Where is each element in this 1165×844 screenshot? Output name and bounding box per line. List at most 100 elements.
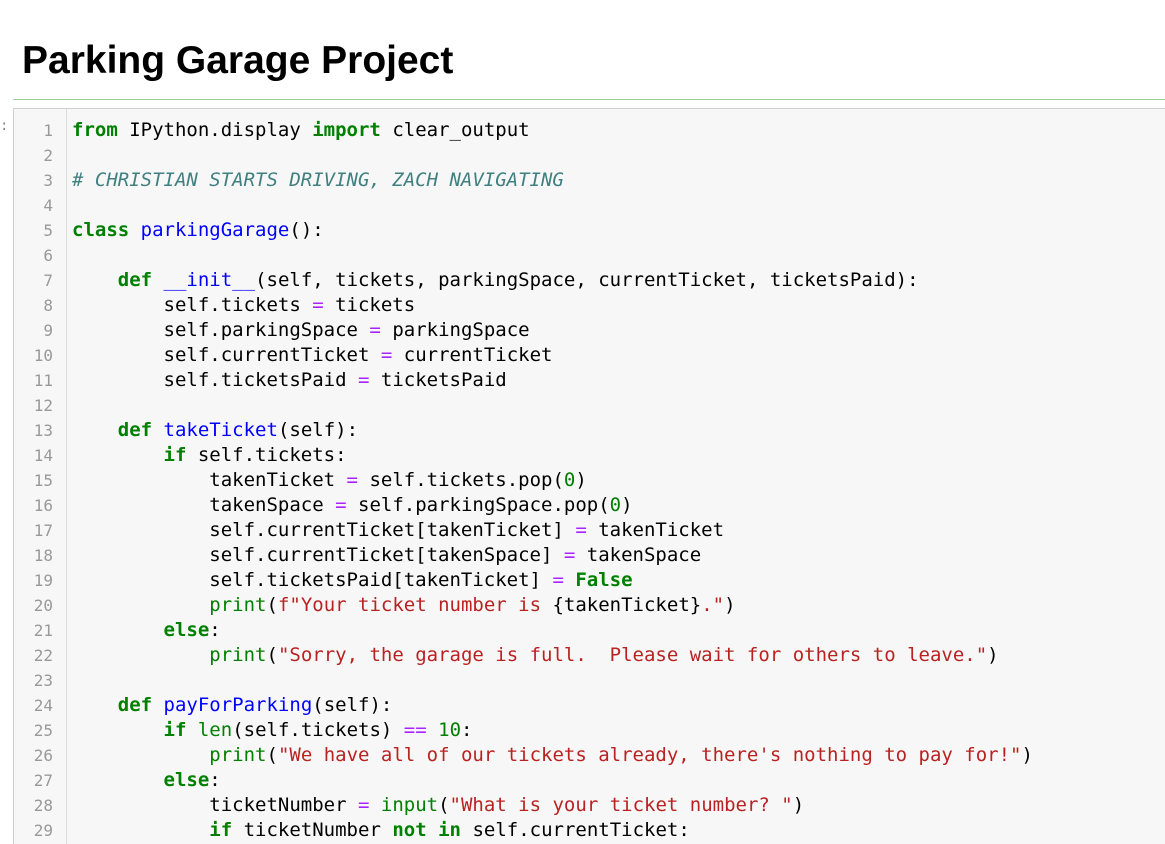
code-token: "We have all of our tickets already, the… [277, 744, 1022, 766]
code-text: self.currentTicket[takenTicket] = takenT… [72, 518, 724, 543]
code-token: self.currentTicket: [461, 819, 690, 841]
line-number: 19 [33, 571, 53, 590]
code-token: __init__ [163, 269, 256, 291]
code-text: self.currentTicket = currentTicket [72, 343, 553, 368]
code-token: ( [266, 594, 278, 616]
code-token: 10 [438, 719, 462, 741]
code-token: takenSpace [575, 544, 702, 566]
code-line[interactable]: 19 self.ticketsPaid[takenTicket] = False [14, 568, 1165, 593]
code-token: 0 [563, 469, 576, 491]
code-token: = [380, 344, 393, 366]
code-line[interactable]: 21 else: [14, 618, 1165, 643]
code-line[interactable]: 2 [14, 143, 1165, 168]
code-token: in [438, 819, 461, 841]
code-token: # CHRISTIAN STARTS DRIVING, ZACH NAVIGAT… [72, 169, 564, 191]
code-line[interactable]: 10 self.currentTicket = currentTicket [14, 343, 1165, 368]
code-token: self.tickets: [186, 444, 347, 466]
code-token: ." [701, 594, 725, 616]
code-token: ticketsPaid [369, 369, 507, 391]
line-number: 27 [33, 771, 53, 790]
code-line[interactable]: 18 self.currentTicket[takenSpace] = take… [14, 543, 1165, 568]
code-line[interactable]: 29 if ticketNumber not in self.currentTi… [14, 818, 1165, 843]
code-text: takenSpace = self.parkingSpace.pop(0) [72, 493, 633, 518]
line-number: 16 [33, 496, 53, 515]
code-text: if ticketNumber not in self.currentTicke… [72, 818, 690, 843]
code-text: if self.tickets: [72, 443, 347, 468]
code-token: (): [289, 219, 324, 241]
code-token: print [209, 744, 267, 766]
code-token: clear_output [380, 119, 530, 141]
code-line[interactable]: 4 [14, 193, 1165, 218]
code-text: takenTicket = self.tickets.pop(0) [72, 468, 587, 493]
code-token: == [403, 719, 427, 741]
code-line[interactable]: 11 self.ticketsPaid = ticketsPaid [14, 368, 1165, 393]
code-line[interactable]: 22 print("Sorry, the garage is full. Ple… [14, 643, 1165, 668]
code-editor[interactable]: 1 from IPython.display import clear_outpu… [14, 118, 1165, 843]
code-token: print [209, 644, 267, 666]
line-number: 5 [43, 221, 53, 240]
code-line[interactable]: 23 [14, 668, 1165, 693]
code-line[interactable]: 16 takenSpace = self.parkingSpace.pop(0) [14, 493, 1165, 518]
code-line[interactable]: 6 [14, 243, 1165, 268]
code-token: self.parkingSpace.pop( [346, 494, 610, 516]
code-token: : [209, 769, 221, 791]
code-text: else: [72, 768, 221, 793]
code-token: = [563, 544, 576, 566]
code-line[interactable]: 8 self.tickets = tickets [14, 293, 1165, 318]
line-number: 17 [33, 521, 53, 540]
code-line[interactable]: 9 self.parkingSpace = parkingSpace [14, 318, 1165, 343]
code-cell[interactable]: 1 from IPython.display import clear_outpu… [13, 108, 1165, 844]
code-token: else [163, 769, 210, 791]
code-line[interactable]: 25 if len(self.tickets) == 10: [14, 718, 1165, 743]
code-token: "Sorry, the garage is full. Please wait … [277, 644, 988, 666]
code-line[interactable]: 17 self.currentTicket[takenTicket] = tak… [14, 518, 1165, 543]
code-token: = [335, 494, 347, 516]
code-token: self.ticketsPaid [72, 369, 358, 391]
code-token: takenTicket [72, 469, 347, 491]
code-token: else [163, 619, 210, 641]
code-text: # CHRISTIAN STARTS DRIVING, ZACH NAVIGAT… [72, 168, 564, 193]
code-line[interactable]: 20 print(f"Your ticket number is {takenT… [14, 593, 1165, 618]
code-text: self.currentTicket[takenSpace] = takenSp… [72, 543, 701, 568]
code-line[interactable]: 24 def payForParking(self): [14, 693, 1165, 718]
code-line[interactable]: 27 else: [14, 768, 1165, 793]
code-line[interactable]: 1 from IPython.display import clear_outpu… [14, 118, 1165, 143]
code-line[interactable]: 12 [14, 393, 1165, 418]
code-line[interactable]: 28 ticketNumber = input("What is your ti… [14, 793, 1165, 818]
line-number: 24 [33, 696, 53, 715]
code-line[interactable]: 15 takenTicket = self.tickets.pop(0) [14, 468, 1165, 493]
code-token: takenSpace [72, 494, 336, 516]
code-token: ) [621, 494, 633, 516]
code-line[interactable]: 13 def takeTicket(self): [14, 418, 1165, 443]
code-token: ) [987, 644, 999, 666]
code-token: (self, tickets, parkingSpace, currentTic… [255, 269, 919, 291]
code-line[interactable]: 14 if self.tickets: [14, 443, 1165, 468]
code-token: ( [266, 644, 278, 666]
line-number: 18 [33, 546, 53, 565]
code-token: = [552, 569, 564, 591]
code-line[interactable]: 5 class parkingGarage(): [14, 218, 1165, 243]
code-line[interactable]: 26 print("We have all of our tickets alr… [14, 743, 1165, 768]
code-text: self.ticketsPaid = ticketsPaid [72, 368, 507, 393]
code-token: (self): [277, 419, 359, 441]
code-line[interactable]: 7 def __init__(self, tickets, parkingSpa… [14, 268, 1165, 293]
code-token: ) [1021, 744, 1033, 766]
code-text: def takeTicket(self): [72, 418, 358, 443]
code-token: self.tickets [72, 294, 313, 316]
code-text: from IPython.display import clear_output [72, 118, 530, 143]
code-token: = [357, 369, 370, 391]
code-token: False [575, 569, 633, 591]
code-line[interactable]: 3 # CHRISTIAN STARTS DRIVING, ZACH NAVIGA… [14, 168, 1165, 193]
